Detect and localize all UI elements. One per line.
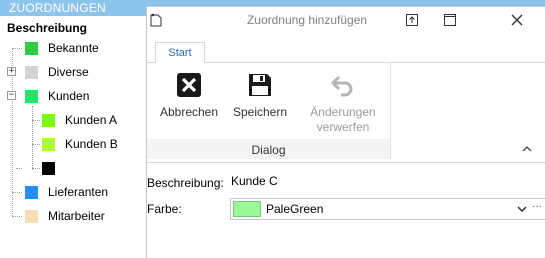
tree-item-kunden-a[interactable]: Kunden A [42, 113, 117, 127]
tree-item-kunden[interactable]: Kunden [25, 89, 89, 103]
tree-connector [12, 216, 22, 217]
color-swatch [25, 41, 38, 55]
discard-changes-button[interactable]: Änderungen verwerfen [303, 71, 383, 135]
cancel-icon [175, 71, 203, 99]
color-swatch [25, 65, 38, 79]
dialog-titlebar[interactable]: Zuordnung hinzufügen [147, 7, 545, 34]
save-icon [246, 71, 274, 99]
description-row: Beschreibung: Kunde C [147, 172, 545, 194]
close-icon [511, 14, 523, 26]
color-swatch [25, 89, 38, 103]
chevron-down-icon [517, 206, 527, 212]
color-label: Farbe: [147, 202, 182, 216]
assignment-tree: Beschreibung Bekannte + Diverse − Kunden… [0, 16, 146, 258]
dropdown-button[interactable] [515, 201, 529, 217]
tree-connector [32, 106, 33, 170]
ribbon: Abbrechen Speichern Änderungen verwerfen… [147, 63, 545, 163]
save-label: Speichern [232, 105, 288, 119]
tree-item-label: Kunden [48, 89, 90, 103]
color-swatch [25, 185, 38, 199]
color-picker[interactable]: PaleGreen ··· [230, 198, 545, 220]
ribbon-group-separator [390, 63, 391, 159]
tree-connector [12, 192, 22, 193]
color-swatch [42, 113, 55, 127]
tree-connector [16, 168, 22, 169]
tree-item-label: Bekannte [48, 41, 99, 55]
tab-start[interactable]: Start [155, 42, 205, 64]
collapse-ribbon-icon[interactable] [521, 143, 533, 155]
color-swatch [42, 137, 55, 151]
discard-changes-label: Änderungen verwerfen [310, 105, 375, 135]
color-value: PaleGreen [266, 202, 324, 216]
color-row: Farbe: PaleGreen ··· [147, 198, 545, 220]
maximize-icon [444, 14, 456, 26]
tree-column-header: Beschreibung [7, 21, 88, 35]
color-swatch [42, 161, 55, 175]
color-swatch [25, 209, 38, 223]
description-label: Beschreibung: [147, 176, 224, 190]
tree-connector [32, 168, 40, 169]
tree-connector [32, 120, 40, 121]
maximize-button[interactable] [435, 10, 465, 30]
save-button[interactable]: Speichern [231, 71, 289, 120]
ribbon-group-label: Dialog [251, 143, 286, 157]
add-assignment-dialog: Zuordnung hinzufügen Start Abbrechen Spe… [146, 6, 545, 258]
tree-item-diverse[interactable]: Diverse [25, 65, 89, 79]
collapse-icon[interactable]: − [7, 91, 16, 100]
expand-icon[interactable]: + [7, 67, 16, 76]
pin-window-icon [406, 14, 418, 26]
color-preview [233, 201, 261, 217]
tree-item-unnamed[interactable] [42, 161, 65, 175]
tree-item-lieferanten[interactable]: Lieferanten [25, 185, 108, 199]
undo-icon [329, 71, 357, 99]
cancel-label: Abbrechen [159, 105, 219, 119]
close-button[interactable] [502, 10, 532, 30]
tree-item-label: Diverse [48, 65, 89, 79]
tree-item-label: Kunden A [65, 113, 118, 127]
more-options-button[interactable]: ··· [530, 201, 544, 217]
cancel-button[interactable]: Abbrechen [159, 71, 219, 120]
tree-item-label: Mitarbeiter [48, 209, 105, 223]
ribbon-tabs: Start [147, 34, 545, 64]
tree-item-label: Kunden B [65, 137, 118, 151]
tree-item-kunden-b[interactable]: Kunden B [42, 137, 118, 151]
description-field[interactable]: Kunde C [231, 174, 278, 188]
pin-button[interactable] [397, 10, 427, 30]
discard-label-line-1: Änderungen [310, 105, 376, 119]
tree-connector [32, 144, 40, 145]
tree-item-label: Lieferanten [48, 185, 109, 199]
tree-item-mitarbeiter[interactable]: Mitarbeiter [25, 209, 105, 223]
discard-label-line-2: verwerfen [316, 120, 370, 134]
tree-connector [12, 48, 22, 49]
tree-item-bekannte[interactable]: Bekannte [25, 41, 99, 55]
